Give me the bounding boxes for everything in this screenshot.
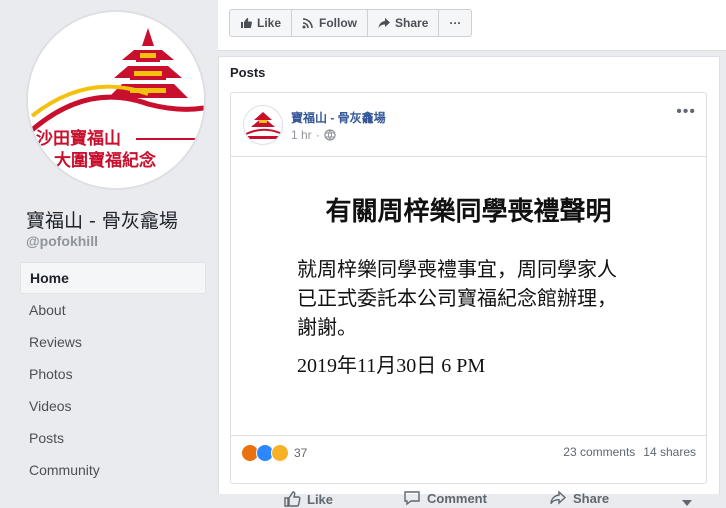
comment-icon	[404, 491, 420, 506]
meta-separator: ·	[315, 128, 320, 142]
nav-item-photos[interactable]: Photos	[20, 358, 206, 390]
globe-icon	[324, 129, 336, 141]
comment-button[interactable]: Comment	[403, 489, 487, 507]
share-page-label: Share	[395, 16, 429, 30]
image-body-line: 謝謝。	[297, 315, 357, 339]
rss-icon	[302, 18, 313, 29]
page-action-bar: Like Follow Share ···	[218, 0, 726, 51]
thumbs-up-icon	[241, 18, 252, 28]
pagoda-logo-small	[245, 112, 281, 139]
share-page-button[interactable]: Share	[368, 10, 440, 36]
posts-section: Posts 寶福山 - 骨灰龕場 1 hr · ••• 有關周梓樂同學喪禮聲明	[218, 56, 720, 507]
post-action-bar: Like Comment Share	[231, 443, 706, 507]
audience-dropdown-caret[interactable]	[682, 500, 692, 506]
like-page-label: Like	[257, 16, 282, 30]
post-meta: 1 hr ·	[291, 128, 336, 142]
image-body-line: 就周梓樂同學喪禮事宜，周同學家人	[297, 257, 617, 281]
logo-text-1: 沙田寶福山	[36, 128, 121, 149]
post-author-avatar[interactable]	[243, 105, 283, 145]
share-arrow-icon	[378, 18, 391, 28]
image-body-text: 就周梓樂同學喪禮事宜，周同學家人 已正式委託本公司寶福紀念館辦理， 謝謝。	[297, 255, 697, 342]
nav-item-community[interactable]: Community	[20, 454, 206, 486]
nav-item-about[interactable]: About	[20, 294, 206, 326]
posts-heading: Posts	[230, 65, 266, 80]
page-nav: Home About Reviews Photos Videos Posts C…	[20, 262, 206, 486]
follow-label: Follow	[319, 16, 358, 30]
like-post-label: Like	[307, 491, 334, 507]
nav-item-home[interactable]: Home	[20, 262, 206, 294]
nav-item-posts[interactable]: Posts	[20, 422, 206, 454]
more-options-button[interactable]: ···	[439, 10, 471, 36]
follow-button[interactable]: Follow	[292, 10, 369, 36]
action-button-group: Like Follow Share ···	[229, 9, 473, 37]
nav-item-reviews[interactable]: Reviews	[20, 326, 206, 358]
nav-item-videos[interactable]: Videos	[20, 390, 206, 422]
share-post-button[interactable]: Share	[549, 489, 609, 507]
image-body-line: 已正式委託本公司寶福紀念館辦理，	[297, 286, 617, 310]
post-author-name[interactable]: 寶福山 - 骨灰龕場	[291, 109, 386, 126]
logo-text-2: 大圍寶福紀念	[54, 150, 156, 171]
more-dots-icon: ···	[449, 16, 462, 30]
page-handle[interactable]: @pofokhill	[26, 233, 98, 249]
image-headline: 有關周梓樂同學喪禮聲明	[325, 197, 612, 227]
post-card: 寶福山 - 骨灰龕場 1 hr · ••• 有關周梓樂同學喪禮聲明 就周梓樂同學…	[230, 92, 707, 507]
image-date: 2019年11月30日 6 PM	[297, 355, 486, 377]
post-options-button[interactable]: •••	[676, 103, 696, 121]
like-page-button[interactable]: Like	[230, 10, 293, 36]
page-name: 寶福山 - 骨灰龕場	[26, 210, 178, 232]
post-image[interactable]: 有關周梓樂同學喪禮聲明 就周梓樂同學喪禮事宜，周同學家人 已正式委託本公司寶福紀…	[231, 156, 706, 436]
post-timestamp[interactable]: 1 hr	[291, 128, 312, 142]
share-outline-icon	[550, 490, 567, 505]
page-profile-picture[interactable]: 沙田寶福山 大圍寶福紀念	[26, 10, 206, 190]
pagoda-logo: 沙田寶福山 大圍寶福紀念	[28, 12, 204, 188]
